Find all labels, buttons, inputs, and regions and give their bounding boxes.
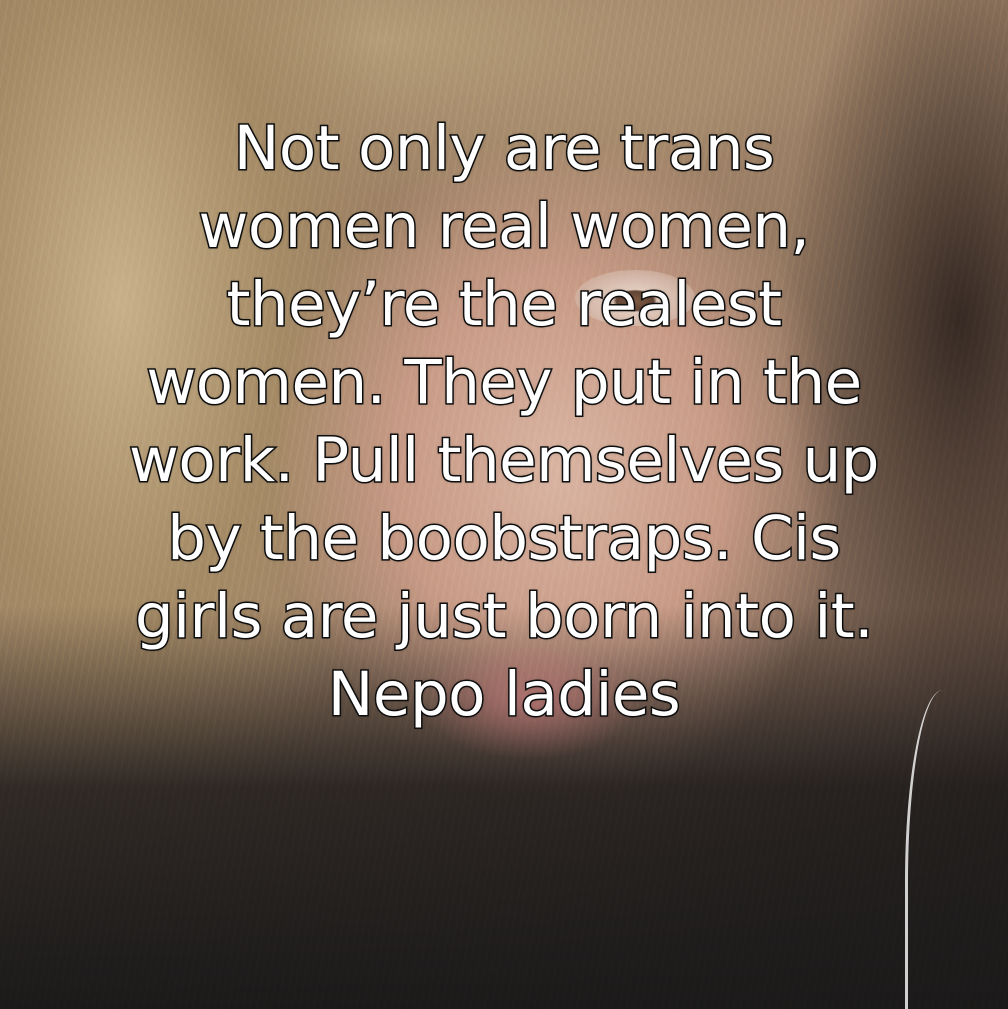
caption-line: women. They put in the xyxy=(145,346,864,420)
caption-line: women real women, xyxy=(197,190,811,264)
meme-caption: Not only are trans women real women, the… xyxy=(40,110,968,734)
caption-line: Not only are trans xyxy=(232,112,776,186)
caption-line: girls are just born into it. xyxy=(133,580,875,654)
photo-background: Not only are trans women real women, the… xyxy=(0,0,1008,1009)
caption-line: by the boobstraps. Cis xyxy=(166,502,843,576)
caption-line: they’re the realest xyxy=(225,268,784,342)
caption-line: work. Pull themselves up xyxy=(127,424,881,498)
caption-line: Nepo ladies xyxy=(326,658,682,732)
